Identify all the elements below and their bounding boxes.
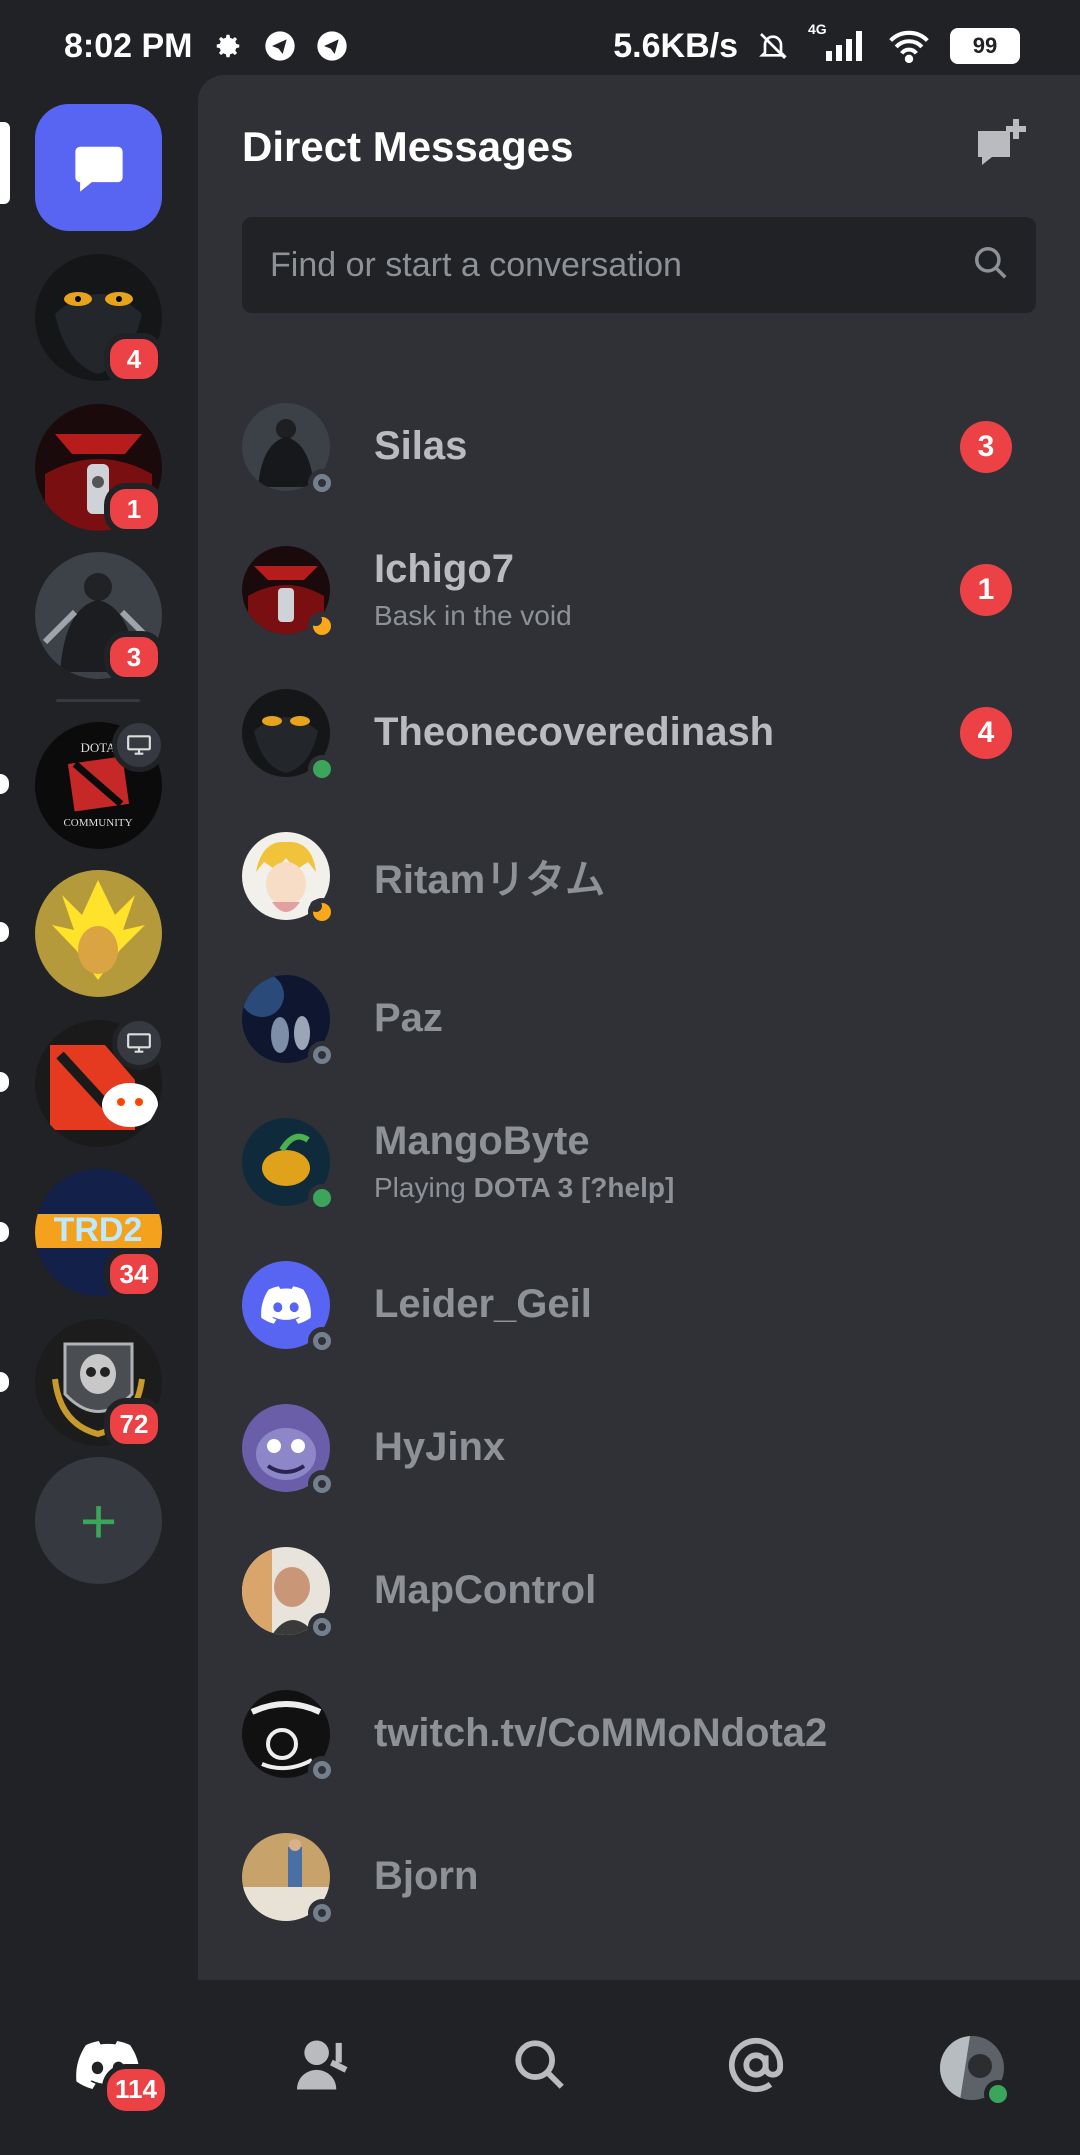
telegram-icon <box>315 29 349 63</box>
mentions-icon <box>727 2036 785 2099</box>
dm-row-theonecoveredinash[interactable]: Theonecoveredinash 4 <box>198 661 1080 804</box>
dm-list: Silas 3 Ichigo7 Bask in the void 1 Theon <box>198 375 1080 1948</box>
signal-icon: 4G <box>808 21 868 63</box>
screen-share-icon <box>112 1016 166 1070</box>
dm-name: MangoByte <box>374 1119 590 1163</box>
dm-row-leider-geil[interactable]: Leider_Geil <box>198 1233 1080 1376</box>
unread-badge: 1 <box>960 563 1012 616</box>
dm-name: Paz <box>374 996 443 1040</box>
dm-row-ichigo7[interactable]: Ichigo7 Bask in the void 1 <box>198 518 1080 661</box>
dm-row-bjorn[interactable]: Bjorn <box>198 1805 1080 1948</box>
unread-badge: 1 <box>104 483 164 535</box>
page-title: Direct Messages <box>242 123 574 170</box>
rail-separator <box>56 699 140 702</box>
server-hellsing[interactable]: 1 <box>35 404 164 535</box>
dm-custom-status: Bask in the void <box>374 600 572 631</box>
server-skull[interactable]: 72 <box>35 1319 164 1450</box>
search-icon <box>972 244 1010 287</box>
battery-icon: 99 <box>950 28 1020 64</box>
network-type: 4G <box>808 21 827 37</box>
unread-badge: 3 <box>960 420 1012 473</box>
status-online-icon <box>308 754 336 783</box>
status-offline-icon <box>308 1898 336 1927</box>
gear-icon <box>211 29 245 63</box>
svg-text:DOTA: DOTA <box>80 740 116 755</box>
unread-badge: 4 <box>104 333 164 385</box>
unread-indicator <box>0 774 9 794</box>
direct-messages-button[interactable] <box>35 104 162 231</box>
dm-name: MapControl <box>374 1568 597 1612</box>
bell-muted-icon <box>756 29 790 63</box>
unread-badge: 34 <box>104 1248 164 1300</box>
status-online-icon <box>984 2079 1012 2108</box>
dm-row-mapcontrol[interactable]: MapControl <box>198 1519 1080 1662</box>
server-owl[interactable]: 4 <box>35 254 164 385</box>
dm-row-twitch-common[interactable]: twitch.tv/CoMMoNdota2 <box>198 1662 1080 1805</box>
dm-activity: Playing DOTA 3 [?help] <box>374 1172 675 1203</box>
unread-badge: 72 <box>104 1398 164 1450</box>
server-dota-reddit[interactable] <box>35 1016 166 1147</box>
screen-share-icon <box>112 718 166 772</box>
dm-name: Silas <box>374 424 468 468</box>
server-yellow-hero[interactable] <box>35 870 162 997</box>
friends-icon <box>294 2038 354 2097</box>
unread-badge: 3 <box>104 631 164 683</box>
dm-name: Leider_Geil <box>374 1282 592 1326</box>
unread-badge: 114 <box>102 2063 170 2116</box>
nav-search[interactable] <box>490 2018 590 2118</box>
status-offline-icon <box>308 1612 336 1641</box>
unread-indicator <box>0 922 9 942</box>
dm-name: Ritamリタム <box>374 857 606 902</box>
status-offline-icon <box>308 1040 336 1069</box>
wifi-icon <box>886 29 932 63</box>
network-speed: 5.6KB/s <box>613 26 738 65</box>
status-offline-icon <box>308 1326 336 1355</box>
telegram-icon <box>263 29 297 63</box>
dm-row-hyjinx[interactable]: HyJinx <box>198 1376 1080 1519</box>
unread-indicator <box>0 1072 9 1092</box>
clock: 8:02 PM <box>64 26 193 65</box>
search-icon <box>511 2036 569 2099</box>
unread-indicator <box>0 1222 9 1242</box>
search-input[interactable] <box>268 244 972 286</box>
server-rail: 4 1 3 DOTA COMMUNITY TRD2 34 72 + <box>0 92 198 1980</box>
dm-row-ritam[interactable]: Ritamリタム <box>198 804 1080 947</box>
status-offline-icon <box>308 1755 336 1784</box>
dm-row-mangobyte[interactable]: MangoByte Playing DOTA 3 [?help] <box>198 1090 1080 1233</box>
dm-row-paz[interactable]: Paz <box>198 947 1080 1090</box>
status-online-icon <box>308 1183 336 1212</box>
server-trd2[interactable]: TRD2 34 <box>35 1169 164 1300</box>
battery-level: 99 <box>972 33 998 58</box>
status-offline-icon <box>308 1469 336 1498</box>
dm-row-silas[interactable]: Silas 3 <box>198 375 1080 518</box>
unread-indicator <box>0 1372 9 1392</box>
bottom-navigation: 114 <box>0 1980 1080 2155</box>
svg-text:COMMUNITY: COMMUNITY <box>63 817 132 829</box>
server-dota-community[interactable]: DOTA COMMUNITY <box>35 718 166 849</box>
status-offline-icon <box>308 468 336 497</box>
server-warrior[interactable]: 3 <box>35 552 164 683</box>
dm-name: Theonecoveredinash <box>374 710 775 754</box>
status-idle-icon <box>308 611 336 640</box>
nav-friends[interactable] <box>274 2018 374 2118</box>
dm-name: Ichigo7 <box>374 547 515 591</box>
dm-name: HyJinx <box>374 1425 506 1469</box>
add-server-button[interactable]: + <box>35 1457 162 1584</box>
status-idle-icon <box>308 897 336 926</box>
nav-profile[interactable] <box>922 2018 1022 2118</box>
unread-badge: 4 <box>960 706 1012 759</box>
nav-home[interactable]: 114 <box>58 2018 170 2118</box>
nav-mentions[interactable] <box>706 2018 806 2118</box>
direct-messages-panel: Direct Messages Silas 3 <box>198 75 1080 1980</box>
dm-name: twitch.tv/CoMMoNdota2 <box>374 1711 828 1755</box>
dm-name: Bjorn <box>374 1854 479 1898</box>
new-message-button[interactable] <box>972 115 1032 175</box>
selected-indicator <box>0 122 10 204</box>
search-bar[interactable] <box>242 217 1036 313</box>
svg-text:TRD2: TRD2 <box>54 1211 143 1249</box>
